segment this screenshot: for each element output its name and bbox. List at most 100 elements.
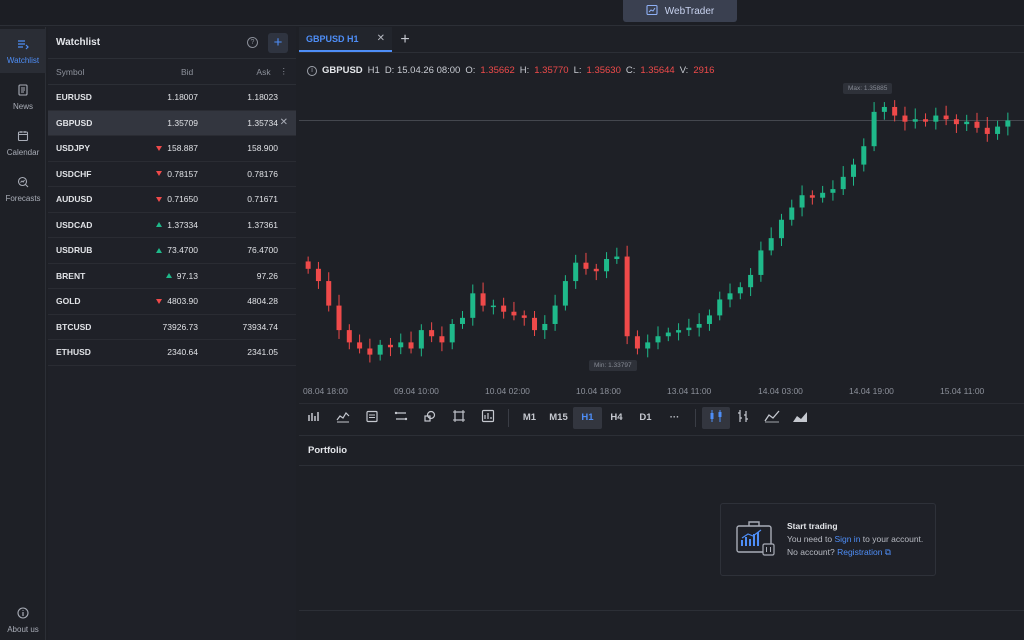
column-ask[interactable]: Ask xyxy=(193,67,270,77)
candle-body xyxy=(449,323,455,343)
candlestick-chart[interactable] xyxy=(299,85,1024,383)
row-bid-value: 73926.73 xyxy=(162,321,198,332)
candles-chart-type[interactable] xyxy=(702,406,730,429)
nav-watchlist[interactable]: Watchlist xyxy=(0,29,46,73)
row-bid-value: 0.71650 xyxy=(167,194,198,205)
watchlist-row[interactable]: USDRUB 73.4700 76.4700 xyxy=(48,238,296,264)
watchlist-row[interactable]: GOLD 4803.90 4804.28 xyxy=(48,289,296,315)
open-label: O: xyxy=(465,65,476,76)
row-bid: 73.4700 xyxy=(126,245,198,255)
candle-body xyxy=(768,238,774,251)
line-chart-type[interactable] xyxy=(758,407,786,429)
row-bid-value: 0.78157 xyxy=(167,168,198,179)
timeframe-more[interactable]: ··· xyxy=(660,407,689,429)
webtrader-tab[interactable]: WebTrader xyxy=(623,0,737,22)
candle-body xyxy=(357,342,363,349)
add-symbol-button[interactable]: + xyxy=(268,32,288,53)
indicators-tool[interactable] xyxy=(299,406,328,430)
sign-in-link[interactable]: Sign in xyxy=(834,534,860,544)
timeframe-m15[interactable]: M15 xyxy=(544,407,573,429)
nav-forecasts[interactable]: Forecasts xyxy=(0,167,46,211)
candle-body xyxy=(336,305,342,331)
watchlist-row[interactable]: ETHUSD 2340.64 2341.05 xyxy=(48,340,296,366)
registration-link[interactable]: Registration xyxy=(837,547,882,557)
watchlist-row[interactable]: USDJPY 158.887 158.900 xyxy=(48,136,296,162)
nav-news[interactable]: News xyxy=(0,75,46,119)
timeframe-d1[interactable]: D1 xyxy=(631,407,660,429)
events-tool[interactable] xyxy=(357,406,386,430)
candle-body xyxy=(408,342,414,349)
candle-body xyxy=(655,336,661,343)
candle-body xyxy=(820,192,826,198)
watchlist-row[interactable]: GBPUSD 1.35709 1.35734 ✕ xyxy=(48,110,296,136)
volume-label: V: xyxy=(679,65,689,76)
timeframe-h4[interactable]: H4 xyxy=(602,407,631,429)
sign-in-suffix: to your account. xyxy=(860,534,924,544)
low-label: L: xyxy=(573,65,582,76)
row-bid: 0.71650 xyxy=(126,194,198,204)
ohlc-bars-icon xyxy=(736,409,752,426)
bars-chart-type[interactable] xyxy=(730,407,758,429)
indicators-icon xyxy=(307,409,321,426)
column-symbol[interactable]: Symbol xyxy=(56,67,124,77)
row-symbol: EURUSD xyxy=(56,92,92,103)
info-icon[interactable]: i xyxy=(307,65,317,76)
add-tab-button[interactable]: + xyxy=(392,27,418,52)
candle-body xyxy=(778,219,784,239)
row-symbol: GOLD xyxy=(56,296,81,307)
row-ask: 1.35734 xyxy=(247,117,278,128)
line-chart-icon xyxy=(764,409,780,426)
x-tick-label: 15.04 11:00 xyxy=(940,386,985,396)
row-ask: 73934.74 xyxy=(242,321,278,332)
external-link-icon[interactable]: ⧉ xyxy=(885,547,891,557)
price-up-icon xyxy=(156,222,163,228)
candle-body xyxy=(881,106,887,112)
area-chart-type[interactable] xyxy=(786,407,814,429)
watchlist-row[interactable]: USDCHF 0.78157 0.78176 xyxy=(48,162,296,187)
watchlist-row[interactable]: BRENT 97.13 97.26 xyxy=(48,264,296,289)
close-icon[interactable]: ✕ xyxy=(377,33,385,44)
candle-body xyxy=(861,146,867,165)
timeframe-m1[interactable]: M1 xyxy=(515,407,544,429)
webtrader-icon xyxy=(646,4,658,19)
watchlist-row[interactable]: EURUSD 1.18007 1.18023 xyxy=(48,85,296,111)
frame-icon xyxy=(452,409,466,426)
candle-body xyxy=(974,121,980,128)
fullscreen-tool[interactable] xyxy=(444,406,473,430)
watchlist-row[interactable]: BTCUSD 73926.73 73934.74 xyxy=(48,315,296,340)
shapes-tool[interactable] xyxy=(415,406,444,430)
forecasts-icon xyxy=(17,176,29,190)
price-up-icon xyxy=(165,273,172,279)
row-bid-value: 1.18007 xyxy=(167,92,198,103)
volume-value: 2916 xyxy=(693,65,715,76)
row-bid: 2340.64 xyxy=(126,347,198,357)
row-ask: 1.37361 xyxy=(247,219,278,230)
line-study-tool[interactable] xyxy=(328,406,357,430)
nav-news-label: News xyxy=(12,101,33,111)
max-price-label: Max: 1.35885 xyxy=(843,83,893,94)
ruler-tool[interactable] xyxy=(386,406,415,430)
chart-settings-tool[interactable] xyxy=(473,406,502,430)
candle-body xyxy=(892,106,898,116)
candle-body xyxy=(830,189,836,193)
row-bid-value: 97.13 xyxy=(176,270,198,281)
tab-gbpusd-h1[interactable]: GBPUSD H1 ✕ xyxy=(299,27,392,52)
row-ask: 2341.05 xyxy=(247,347,278,358)
remove-symbol-icon[interactable]: ✕ xyxy=(280,117,288,128)
row-ask: 1.18023 xyxy=(247,92,278,103)
row-symbol: USDRUB xyxy=(56,245,93,256)
nav-calendar[interactable]: Calendar xyxy=(0,121,46,165)
more-vertical-icon[interactable]: ⋮ xyxy=(271,66,289,77)
portfolio-title: Portfolio xyxy=(299,436,1024,466)
watchlist-row[interactable]: USDCAD 1.37334 1.37361 xyxy=(48,213,296,238)
watchlist-row[interactable]: AUDUSD 0.71650 0.71671 xyxy=(48,187,296,213)
nav-about[interactable]: About us xyxy=(0,598,46,640)
column-bid[interactable]: Bid xyxy=(124,67,193,77)
timeframe-h1[interactable]: H1 xyxy=(573,406,602,429)
candle-body xyxy=(758,250,764,275)
row-bid-value: 1.35709 xyxy=(167,117,198,128)
candle-body xyxy=(439,336,445,343)
help-icon[interactable]: ? xyxy=(247,37,258,48)
row-ask: 76.4700 xyxy=(247,245,278,256)
chart-tabs: GBPUSD H1 ✕ + xyxy=(299,27,1024,53)
